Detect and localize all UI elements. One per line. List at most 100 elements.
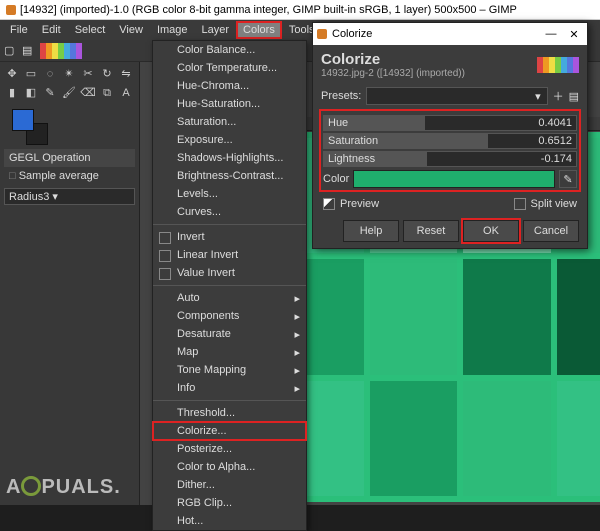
tool-brush-icon[interactable]: 🖌 <box>61 85 77 101</box>
doc-icon[interactable]: ▤ <box>22 44 36 58</box>
tool-move-icon[interactable]: ✥ <box>4 66 20 82</box>
mi-curves[interactable]: Curves... <box>153 203 306 221</box>
canvas-tile <box>463 381 551 496</box>
help-button[interactable]: Help <box>343 220 399 242</box>
mi-hue-saturation[interactable]: Hue-Saturation... <box>153 95 306 113</box>
tool-text-icon[interactable]: A <box>118 85 134 101</box>
lightness-slider[interactable]: Lightness -0.174 <box>323 151 577 167</box>
lightness-label: Lightness <box>328 153 375 165</box>
mi-info[interactable]: Info▸ <box>153 379 306 397</box>
menu-edit[interactable]: Edit <box>36 22 67 38</box>
mi-invert[interactable]: Invert <box>153 228 306 246</box>
tool-gradient-icon[interactable]: ◧ <box>23 85 39 101</box>
dialog-subtitle: 14932.jpg-2 ([14932] (imported)) <box>321 68 465 79</box>
submenu-arrow-icon: ▸ <box>294 310 300 323</box>
saturation-value: 0.6512 <box>538 135 572 147</box>
toolbox-panel: ✥ ▭ ◌ ✴ ✂ ↻ ⇋ ▮ ◧ ✎ 🖌 ⌫ ⧉ A GEGL Operati… <box>0 62 140 505</box>
split-view-checkbox[interactable] <box>514 198 526 210</box>
color-swatch-strip <box>537 57 579 73</box>
app-icon <box>6 5 16 15</box>
submenu-arrow-icon: ▸ <box>294 292 300 305</box>
tool-eraser-icon[interactable]: ⌫ <box>80 85 96 101</box>
lightness-value: -0.174 <box>541 153 572 165</box>
window-titlebar: [14932] (imported)-1.0 (RGB color 8-bit … <box>0 0 600 20</box>
dialog-window-title: Colorize <box>332 28 372 40</box>
mi-dither[interactable]: Dither... <box>153 476 306 494</box>
tool-pencil-icon[interactable]: ✎ <box>42 85 58 101</box>
tool-clone-icon[interactable]: ⧉ <box>99 85 115 101</box>
mi-color-balance[interactable]: Color Balance... <box>153 41 306 59</box>
colors-dropdown: Color Balance... Color Temperature... Hu… <box>152 40 307 531</box>
mi-exposure[interactable]: Exposure... <box>153 131 306 149</box>
tool-rotate-icon[interactable]: ↻ <box>99 66 115 82</box>
mi-color-temperature[interactable]: Color Temperature... <box>153 59 306 77</box>
minimize-icon[interactable]: — <box>542 28 560 40</box>
preview-checkbox[interactable] <box>323 198 335 210</box>
cancel-button[interactable]: Cancel <box>523 220 579 242</box>
fg-color-swatch[interactable] <box>12 109 34 131</box>
dialog-title: Colorize <box>321 51 465 68</box>
menu-select[interactable]: Select <box>69 22 112 38</box>
mi-hue-chroma[interactable]: Hue-Chroma... <box>153 77 306 95</box>
color-label: Color <box>323 173 349 185</box>
app-icon <box>317 29 327 39</box>
mi-colorize[interactable]: Colorize... <box>153 422 306 440</box>
mi-brightness-contrast[interactable]: Brightness-Contrast... <box>153 167 306 185</box>
tool-free-select-icon[interactable]: ◌ <box>42 66 58 82</box>
mi-map[interactable]: Map▸ <box>153 343 306 361</box>
colorize-dialog: Colorize — ✕ Colorize 14932.jpg-2 ([1493… <box>312 22 588 249</box>
color-row: Color ✎ <box>323 170 577 188</box>
menu-image[interactable]: Image <box>151 22 194 38</box>
new-icon[interactable]: ▢ <box>4 44 18 58</box>
mi-rgb-clip[interactable]: RGB Clip... <box>153 494 306 512</box>
preset-menu-icon[interactable]: ▤ <box>569 90 579 103</box>
add-preset-icon[interactable]: ＋ <box>553 88 564 104</box>
tool-options-header: GEGL Operation <box>4 149 135 167</box>
canvas-tile <box>370 259 458 374</box>
menu-file[interactable]: File <box>4 22 34 38</box>
chevron-down-icon: ▾ <box>535 90 541 103</box>
presets-combo[interactable]: ▾ <box>366 87 547 105</box>
tool-flip-icon[interactable]: ⇋ <box>118 66 134 82</box>
mi-components[interactable]: Components▸ <box>153 307 306 325</box>
eyedropper-icon[interactable]: ✎ <box>559 170 577 188</box>
mi-posterize[interactable]: Posterize... <box>153 440 306 458</box>
close-icon[interactable]: ✕ <box>565 28 583 41</box>
dialog-options: Preview Split view <box>313 194 587 214</box>
menu-colors[interactable]: Colors <box>237 22 281 38</box>
presets-row: Presets: ▾ ＋ ▤ <box>313 85 587 107</box>
submenu-arrow-icon: ▸ <box>294 346 300 359</box>
mi-tone-mapping[interactable]: Tone Mapping▸ <box>153 361 306 379</box>
tool-rect-select-icon[interactable]: ▭ <box>23 66 39 82</box>
mi-saturation[interactable]: Saturation... <box>153 113 306 131</box>
window-title: [14932] (imported)-1.0 (RGB color 8-bit … <box>20 4 517 16</box>
mi-shadows-highlights[interactable]: Shadows-Highlights... <box>153 149 306 167</box>
tool-fuzzy-select-icon[interactable]: ✴ <box>61 66 77 82</box>
mi-linear-invert[interactable]: Linear Invert <box>153 246 306 264</box>
sample-average-checkbox[interactable]: □ Sample average <box>4 167 135 185</box>
reset-button[interactable]: Reset <box>403 220 459 242</box>
mi-levels[interactable]: Levels... <box>153 185 306 203</box>
preview-label: Preview <box>340 198 379 210</box>
mi-value-invert[interactable]: Value Invert <box>153 264 306 282</box>
mi-auto[interactable]: Auto▸ <box>153 289 306 307</box>
watermark: APUALS. <box>6 473 121 499</box>
saturation-slider[interactable]: Saturation 0.6512 <box>323 133 577 149</box>
fg-bg-colors[interactable] <box>12 109 48 145</box>
dialog-titlebar[interactable]: Colorize — ✕ <box>313 23 587 45</box>
menu-view[interactable]: View <box>113 22 149 38</box>
tool-bucket-icon[interactable]: ▮ <box>4 85 20 101</box>
mi-hot[interactable]: Hot... <box>153 512 306 530</box>
hue-slider[interactable]: Hue 0.4041 <box>323 115 577 131</box>
mi-desaturate[interactable]: Desaturate▸ <box>153 325 306 343</box>
stepper-icon[interactable]: ▾ <box>52 190 58 203</box>
watermark-icon <box>21 476 41 496</box>
ok-button[interactable]: OK <box>463 220 519 242</box>
color-well[interactable] <box>353 170 555 188</box>
menu-layer[interactable]: Layer <box>196 22 236 38</box>
mi-threshold[interactable]: Threshold... <box>153 404 306 422</box>
mi-color-to-alpha[interactable]: Color to Alpha... <box>153 458 306 476</box>
tool-crop-icon[interactable]: ✂ <box>80 66 96 82</box>
radius-field[interactable]: Radius 3 ▾ <box>4 188 135 205</box>
canvas-tile <box>557 259 600 374</box>
